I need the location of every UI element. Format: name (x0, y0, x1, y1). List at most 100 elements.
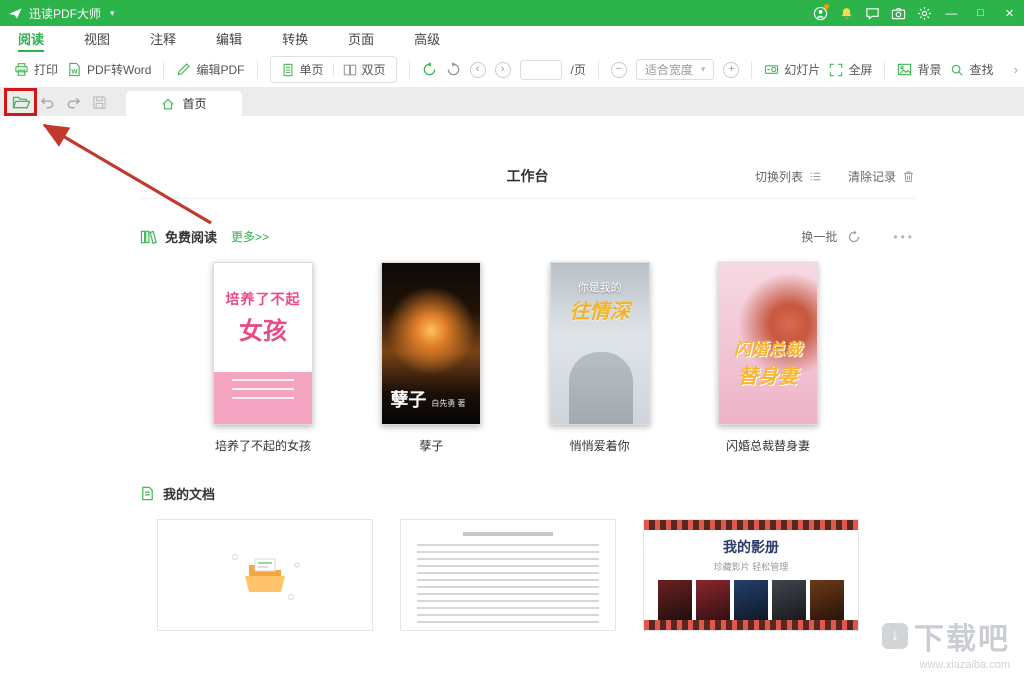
fullscreen-button[interactable]: 全屏 (829, 61, 872, 78)
minimize-button[interactable]: — (937, 0, 966, 26)
book-cover[interactable]: 你是我的 往情深 (550, 262, 650, 425)
film-strip (644, 620, 858, 630)
next-page-button[interactable]: › (495, 62, 511, 78)
pdf-to-word-button[interactable]: W PDF转Word (67, 61, 151, 78)
page-title: 工作台 (507, 166, 549, 186)
find-label: 查找 (969, 61, 993, 78)
more-options-icon[interactable]: ••• (893, 230, 915, 244)
background-button[interactable]: 背景 (897, 61, 941, 78)
zoom-mode-value: 适合宽度 (645, 61, 693, 78)
cover-text: 白先勇 著 (431, 398, 465, 409)
fullscreen-icon (829, 63, 843, 77)
cover-art (569, 352, 633, 424)
slideshow-label: 幻灯片 (784, 61, 820, 78)
book-cover[interactable]: 孽子 白先勇 著 (381, 262, 481, 425)
switch-list-label: 切换列表 (755, 168, 803, 185)
document-list: 我的影册 珍藏影片 轻松管理 (157, 519, 915, 631)
book-title: 悄悄爱着你 (570, 437, 630, 454)
save-icon[interactable] (86, 89, 112, 115)
close-button[interactable]: × (995, 0, 1024, 26)
document-tab-bar: 首页 (0, 88, 1024, 116)
more-link[interactable]: 更多>> (231, 228, 269, 245)
book-item[interactable]: 闪婚总裁 替身妻 闪婚总裁替身妻 (718, 262, 818, 454)
page-number-input[interactable] (520, 60, 562, 80)
menu-tab-page[interactable]: 页面 (348, 26, 374, 52)
cover-art (214, 372, 312, 424)
zoom-in-button[interactable]: + (723, 62, 739, 78)
notification-bell-icon[interactable] (833, 0, 859, 26)
rotate-left-icon[interactable] (422, 62, 437, 77)
printer-icon (14, 62, 29, 77)
menu-tab-read[interactable]: 阅读 (18, 26, 44, 52)
book-item[interactable]: 培养了不起 女孩 培养了不起的女孩 (213, 262, 313, 454)
book-title: 培养了不起的女孩 (215, 437, 311, 454)
toolbar-overflow-icon[interactable]: › (1014, 62, 1018, 77)
menu-tab-advanced[interactable]: 高级 (414, 26, 440, 52)
notification-badge (824, 4, 829, 9)
cover-text: 替身妻 (719, 360, 817, 389)
page-unit-label: /页 (571, 61, 586, 78)
print-label: 打印 (34, 61, 58, 78)
menu-tab-annotate[interactable]: 注释 (150, 26, 176, 52)
chevron-down-icon: ▾ (701, 64, 706, 75)
message-icon[interactable] (859, 0, 885, 26)
book-item[interactable]: 你是我的 往情深 悄悄爱着你 (550, 262, 650, 454)
open-file-folder-icon[interactable] (8, 89, 34, 115)
tab-home[interactable]: 首页 (126, 91, 242, 116)
workbench-page: 工作台 切换列表 清除记录 免费阅读 更多>> 换一批 ••• (0, 116, 1024, 675)
menu-tab-edit[interactable]: 编辑 (216, 26, 242, 52)
change-batch-button[interactable]: 换一批 (801, 228, 837, 245)
cover-text: 往情深 (551, 295, 649, 324)
background-label: 背景 (917, 61, 941, 78)
book-cover[interactable]: 培养了不起 女孩 (213, 262, 313, 425)
toolbar-separator (884, 61, 885, 79)
menu-tab-convert[interactable]: 转换 (282, 26, 308, 52)
refresh-icon[interactable] (847, 230, 861, 244)
app-logo-icon (8, 6, 23, 21)
magnifier-icon (950, 63, 964, 77)
book-item[interactable]: 孽子 白先勇 著 孽子 (381, 262, 481, 454)
folder-illustration (225, 545, 305, 605)
my-documents-title: 我的文档 (163, 484, 215, 503)
slideshow-button[interactable]: 幻灯片 (764, 61, 820, 78)
zoom-out-button[interactable]: − (611, 62, 627, 78)
undo-icon[interactable] (34, 89, 60, 115)
app-menu-caret-icon[interactable]: ▾ (105, 6, 120, 21)
cover-text: 你是我的 (551, 279, 649, 295)
pdf-to-word-icon: W (67, 62, 82, 77)
find-button[interactable]: 查找 (950, 61, 993, 78)
film-strip (644, 520, 858, 530)
photo-album-thumbnail[interactable]: 我的影册 珍藏影片 轻松管理 (643, 519, 859, 631)
redo-icon[interactable] (60, 89, 86, 115)
movie-poster (658, 580, 692, 624)
menu-tab-view[interactable]: 视图 (84, 26, 110, 52)
print-button[interactable]: 打印 (14, 61, 58, 78)
screenshot-camera-icon[interactable] (885, 0, 911, 26)
switch-list-button[interactable]: 切换列表 (755, 168, 822, 185)
content-inner: 工作台 切换列表 清除记录 免费阅读 更多>> 换一批 ••• (0, 166, 915, 631)
edit-pdf-button[interactable]: 编辑PDF (176, 61, 244, 78)
svg-text:W: W (71, 68, 78, 75)
settings-gear-icon[interactable] (911, 0, 937, 26)
toolbar-separator (751, 61, 752, 79)
double-page-button[interactable]: 双页 (343, 61, 386, 78)
document-thumbnail[interactable] (400, 519, 616, 631)
workbench-actions: 切换列表 清除记录 (549, 168, 916, 185)
book-list: 培养了不起 女孩 培养了不起的女孩 孽子 白先勇 著 孽子 你是我的 (213, 262, 818, 454)
album-title: 我的影册 (644, 537, 858, 557)
books-icon (140, 229, 157, 244)
book-cover[interactable]: 闪婚总裁 替身妻 (718, 262, 818, 425)
prev-page-button[interactable]: ‹ (470, 62, 486, 78)
single-page-button[interactable]: 单页 (281, 61, 324, 78)
zoom-mode-select[interactable]: 适合宽度 ▾ (636, 59, 715, 80)
maximize-button[interactable]: □ (966, 0, 995, 26)
rotate-right-icon[interactable] (446, 62, 461, 77)
clear-records-button[interactable]: 清除记录 (848, 168, 915, 185)
doc-preview-text (417, 544, 599, 624)
menubar: 阅读 视图 注释 编辑 转换 页面 高级 (0, 26, 1024, 52)
document-thumbnail[interactable] (157, 519, 373, 631)
user-avatar-icon[interactable] (807, 0, 833, 26)
document-icon (140, 486, 155, 501)
single-page-icon (281, 63, 295, 77)
toolbar: 打印 W PDF转Word 编辑PDF 单页 双页 ‹ › /页 − 适合宽度 … (0, 52, 1024, 88)
